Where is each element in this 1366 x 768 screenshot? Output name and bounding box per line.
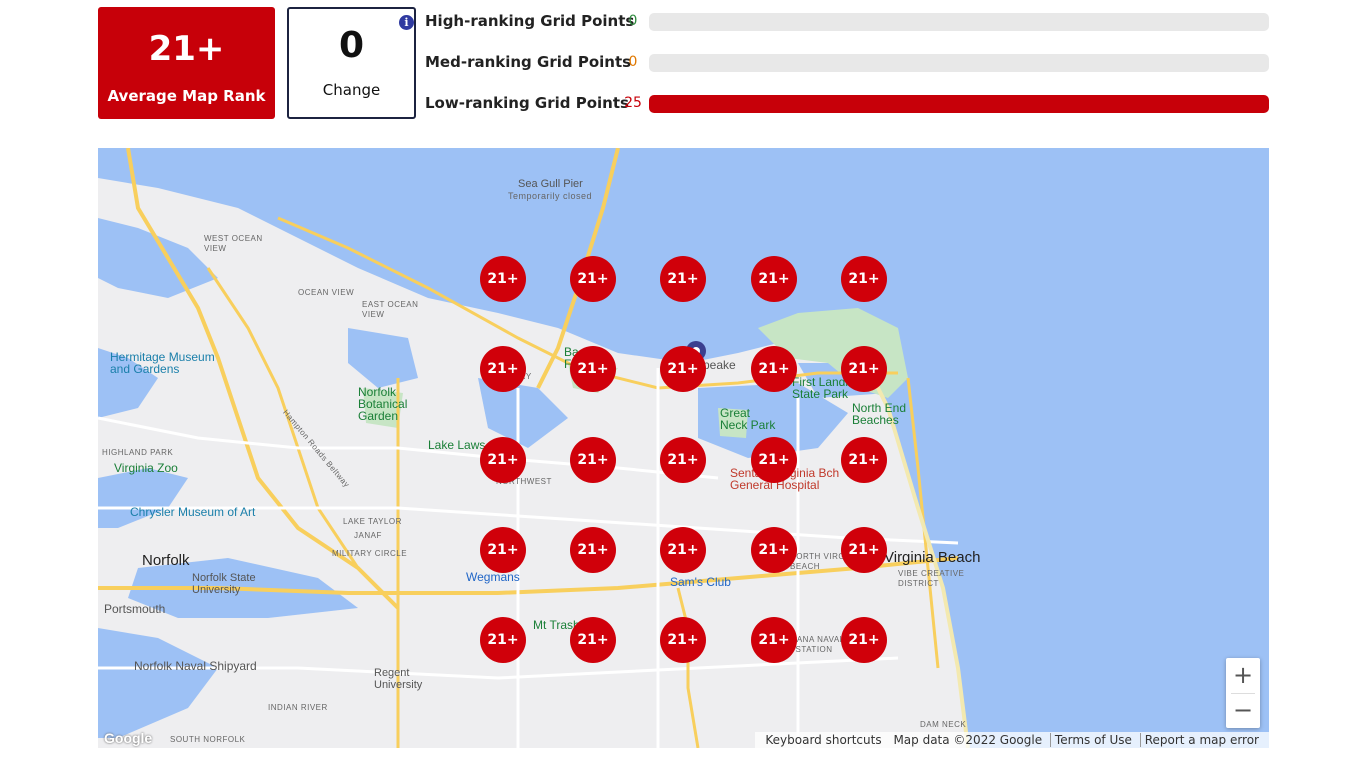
rank-marker[interactable]: 21+ [480, 617, 526, 663]
low-ranking-label: Low-ranking Grid Points [425, 94, 629, 112]
med-ranking-row: Med-ranking Grid Points 0 [425, 51, 1275, 75]
label-ocean-view: OCEAN VIEW [298, 288, 355, 297]
map-attribution: Keyboard shortcuts Map data ©2022 Google… [755, 732, 1269, 748]
label-norfolk: Norfolk [142, 552, 190, 569]
label-great-neck-park: Great Neck Park [720, 406, 776, 432]
label-portsmouth: Portsmouth [104, 602, 166, 616]
rank-marker[interactable]: 21+ [841, 527, 887, 573]
rank-marker[interactable]: 21+ [660, 617, 706, 663]
rank-marker[interactable]: 21+ [841, 437, 887, 483]
rank-marker[interactable]: 21+ [660, 346, 706, 392]
label-temporarily-closed: Temporarily closed [508, 191, 593, 201]
map-data-text: Map data ©2022 Google [893, 733, 1043, 747]
rank-marker[interactable]: 21+ [570, 346, 616, 392]
google-logo: Google [104, 730, 153, 746]
label-janaf: JANAF [354, 531, 382, 540]
average-map-rank-card: 21+ Average Map Rank [98, 7, 275, 119]
change-card: i 0 Change [287, 7, 416, 119]
label-military-circle: MILITARY CIRCLE [332, 549, 408, 558]
change-value: 0 [338, 25, 365, 66]
high-ranking-row: High-ranking Grid Points 0 [425, 10, 1275, 34]
label-sams-club: Sam's Club [670, 575, 731, 589]
rank-marker[interactable]: 21+ [570, 256, 616, 302]
rank-marker[interactable]: 21+ [570, 527, 616, 573]
label-virginia-beach: Virginia Beach [884, 549, 981, 566]
label-regent: Regent University [374, 667, 423, 691]
med-ranking-count: 0 [628, 54, 638, 70]
rank-marker[interactable]: 21+ [660, 527, 706, 573]
label-vibe-creative: VIBE CREATIVE DISTRICT [898, 569, 965, 588]
average-map-rank-value: 21+ [148, 29, 225, 69]
label-dam-neck: DAM NECK [920, 720, 967, 729]
rank-marker[interactable]: 21+ [751, 527, 797, 573]
rank-marker[interactable]: 21+ [480, 437, 526, 483]
label-lake-lawson: Lake Laws [428, 438, 486, 452]
rank-marker[interactable]: 21+ [660, 256, 706, 302]
rank-marker[interactable]: 21+ [751, 617, 797, 663]
label-norfolk-botanical: Norfolk Botanical Garden [358, 385, 408, 423]
label-south-norfolk: SOUTH NORFOLK [170, 735, 246, 744]
low-ranking-bar-fill [649, 95, 1269, 113]
rank-marker[interactable]: 21+ [841, 346, 887, 392]
rank-marker[interactable]: 21+ [570, 437, 616, 483]
keyboard-shortcuts-link[interactable]: Keyboard shortcuts [761, 733, 885, 747]
label-west-ocean-view: WEST OCEAN VIEW [204, 234, 263, 253]
rank-marker[interactable]: 21+ [751, 437, 797, 483]
rank-marker[interactable]: 21+ [570, 617, 616, 663]
label-highland-park: HIGHLAND PARK [102, 448, 174, 457]
label-first-landing: First Landi State Park [792, 375, 849, 401]
label-norfolk-naval: Norfolk Naval Shipyard [134, 659, 257, 673]
high-ranking-bar [649, 13, 1269, 31]
terms-of-use-link[interactable]: Terms of Use [1049, 733, 1136, 747]
zoom-in-button[interactable]: + [1226, 658, 1260, 693]
label-lake-taylor: LAKE TAYLOR [343, 517, 402, 526]
label-indian-river: INDIAN RIVER [268, 703, 328, 712]
rank-marker[interactable]: 21+ [480, 346, 526, 392]
report-map-error-link[interactable]: Report a map error [1139, 733, 1263, 747]
rank-marker[interactable]: 21+ [751, 256, 797, 302]
zoom-out-button[interactable]: − [1226, 693, 1260, 728]
low-ranking-row: Low-ranking Grid Points 25 [425, 92, 1275, 116]
label-virginia-zoo: Virginia Zoo [114, 461, 178, 475]
rank-marker[interactable]: 21+ [660, 437, 706, 483]
rank-marker[interactable]: 21+ [841, 617, 887, 663]
label-chrysler-museum: Chrysler Museum of Art [130, 505, 256, 519]
high-ranking-label: High-ranking Grid Points [425, 12, 635, 30]
change-label: Change [322, 81, 381, 99]
label-wegmans: Wegmans [466, 570, 520, 584]
high-ranking-count: 0 [628, 13, 638, 29]
rank-marker[interactable]: 21+ [480, 256, 526, 302]
zoom-control: + − [1226, 658, 1260, 728]
med-ranking-bar [649, 54, 1269, 72]
label-sea-gull-pier: Sea Gull Pier [518, 178, 583, 190]
label-hermitage-museum: Hermitage Museum and Gardens [110, 350, 215, 376]
rank-marker[interactable]: 21+ [751, 346, 797, 392]
label-chesapeake: peake [703, 358, 736, 372]
label-north-end-beaches: North End Beaches [852, 401, 907, 427]
average-map-rank-label: Average Map Rank [107, 87, 266, 105]
rank-marker[interactable]: 21+ [841, 256, 887, 302]
med-ranking-label: Med-ranking Grid Points [425, 53, 632, 71]
label-norfolk-state: Norfolk State University [192, 572, 256, 596]
label-east-ocean-view: EAST OCEAN VIEW [362, 300, 419, 319]
low-ranking-bar [649, 95, 1269, 113]
rank-marker[interactable]: 21+ [480, 527, 526, 573]
low-ranking-count: 25 [624, 95, 642, 111]
map-view[interactable]: Sea Gull Pier Temporarily closed Hermita… [98, 148, 1269, 748]
